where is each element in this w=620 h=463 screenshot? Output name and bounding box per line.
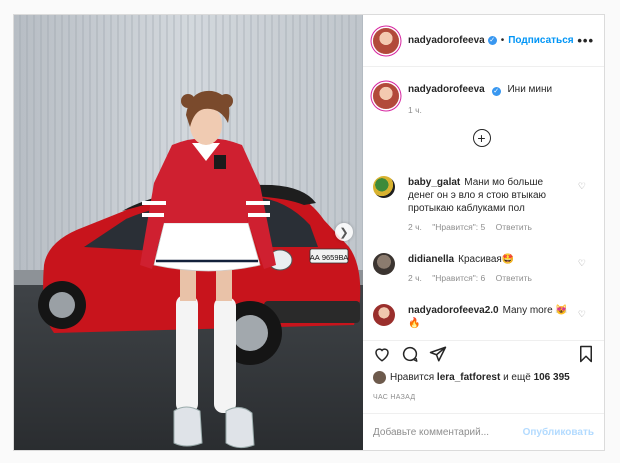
comment-item: nadyadorofeeva2.0 Many more 😻🔥 ♡ bbox=[373, 304, 594, 330]
load-more-comments-button[interactable]: + bbox=[472, 129, 491, 147]
post-header: nadyadorofeeva ✓ • Подписаться ••• bbox=[363, 15, 604, 67]
likes-and-more: и ещё bbox=[503, 372, 531, 383]
comment-time: 2 ч. bbox=[408, 273, 422, 283]
header-separator: • bbox=[500, 35, 505, 46]
comment-username[interactable]: didianella bbox=[408, 254, 454, 265]
likes-summary: Нравится lera_fatforest и ещё 106 395 bbox=[373, 371, 570, 384]
comment-like-heart-icon[interactable]: ♡ bbox=[578, 181, 586, 192]
comment-likes[interactable]: "Нравится": 6 bbox=[432, 273, 485, 283]
photo-illustration: АА 9659ВА bbox=[14, 15, 363, 450]
verified-badge-icon: ✓ bbox=[491, 87, 501, 96]
comment-time: 2 ч. bbox=[408, 222, 422, 232]
post-photo[interactable]: АА 9659ВА ❯ bbox=[14, 15, 363, 450]
caption-time: 1 ч. bbox=[408, 105, 422, 115]
post-caption: nadyadorofeeva ✓ Ини мини 1 ч. bbox=[363, 67, 604, 117]
comments-area: nadyadorofeeva ✓ Ини мини 1 ч. + bbox=[363, 67, 604, 147]
speech-bubble-icon[interactable] bbox=[401, 345, 419, 366]
verified-badge-icon: ✓ bbox=[487, 36, 497, 45]
reply-button[interactable]: Ответить bbox=[496, 222, 532, 232]
post-actions-bar bbox=[363, 340, 604, 369]
heart-icon[interactable] bbox=[373, 345, 391, 366]
comment-item: baby_galat Мани мо больше денег он э вло … bbox=[373, 176, 594, 234]
license-plate-text: АА 9659ВА bbox=[310, 253, 349, 262]
publish-button[interactable]: Опубликовать bbox=[523, 427, 594, 438]
comment-like-heart-icon[interactable]: ♡ bbox=[578, 258, 586, 269]
likes-prefix: Нравится bbox=[390, 372, 435, 383]
post-timestamp: ЧАС НАЗАД bbox=[373, 394, 416, 401]
instagram-post: АА 9659ВА ❯ nadyadorofeeva ✓ • Подписать… bbox=[13, 14, 605, 451]
post-side-panel: nadyadorofeeva ✓ • Подписаться ••• nadya… bbox=[363, 15, 604, 450]
more-options-icon[interactable]: ••• bbox=[577, 33, 594, 48]
comment-input[interactable] bbox=[373, 426, 523, 438]
bookmark-icon[interactable] bbox=[577, 345, 595, 366]
comment-username[interactable]: baby_galat bbox=[408, 177, 460, 188]
comment-like-heart-icon[interactable]: ♡ bbox=[578, 309, 586, 320]
comment-username[interactable]: nadyadorofeeva2.0 bbox=[408, 305, 499, 316]
caption-text: Ини мини bbox=[507, 84, 553, 95]
next-photo-button[interactable]: ❯ bbox=[335, 223, 353, 241]
liker-username[interactable]: lera_fatforest bbox=[437, 372, 500, 383]
reply-button[interactable]: Ответить bbox=[496, 273, 532, 283]
comment-likes[interactable]: "Нравится": 5 bbox=[432, 222, 485, 232]
liker-avatar[interactable] bbox=[373, 371, 386, 384]
add-comment-box: Опубликовать bbox=[363, 413, 604, 450]
comment-text: Красивая🤩 bbox=[458, 254, 515, 265]
commenter-avatar[interactable] bbox=[373, 176, 395, 198]
commenter-avatar[interactable] bbox=[373, 253, 395, 275]
follow-button[interactable]: Подписаться bbox=[508, 35, 573, 46]
author-avatar[interactable] bbox=[373, 27, 399, 54]
comment-item: didianella Красивая🤩 2 ч. "Нравится": 6 О… bbox=[373, 253, 594, 285]
author-username[interactable]: nadyadorofeeva bbox=[408, 35, 485, 46]
commenter-avatar[interactable] bbox=[373, 304, 395, 326]
chevron-right-icon: ❯ bbox=[339, 226, 349, 239]
paper-plane-icon[interactable] bbox=[429, 345, 447, 366]
caption-avatar[interactable] bbox=[373, 83, 399, 109]
caption-username[interactable]: nadyadorofeeva bbox=[408, 84, 485, 95]
likes-count[interactable]: 106 395 bbox=[534, 372, 570, 383]
